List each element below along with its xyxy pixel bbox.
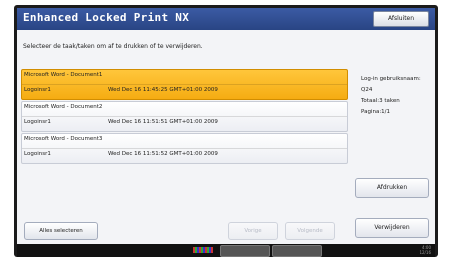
clock: 4:00 12/16: [413, 245, 431, 255]
instruction-text: Selecteer de taak/taken om af te drukken…: [23, 43, 203, 50]
row-divider: [22, 84, 347, 85]
next-page-button[interactable]: Volgende: [285, 222, 335, 240]
job-user: Logoinsr1: [24, 151, 51, 157]
job-datetime: Wed Dec 16 11:51:51 GMT+01:00 2009: [108, 119, 218, 125]
job-user: Logoinsr1: [24, 87, 51, 93]
taskbar-button[interactable]: [220, 245, 270, 257]
taskbar-button[interactable]: [272, 245, 322, 257]
page-indicator: Pagina:1/1: [361, 109, 391, 115]
printer-panel-screen: Enhanced Locked Print NX Afsluiten Selec…: [17, 8, 435, 244]
previous-page-button[interactable]: Vorige: [228, 222, 278, 240]
job-datetime: Wed Dec 16 11:45:25 GMT+01:00 2009: [108, 87, 218, 93]
total-jobs: Totaal:3 taken: [361, 98, 400, 104]
job-document-name: Microsoft Word - Document2: [24, 104, 103, 110]
select-all-button[interactable]: Alles selecteren: [24, 222, 98, 240]
title-bar: Enhanced Locked Print NX Afsluiten: [17, 8, 435, 30]
job-document-name: Microsoft Word - Document1: [24, 72, 103, 78]
row-divider: [22, 116, 347, 117]
job-row[interactable]: Microsoft Word - Document3 Logoinsr1 Wed…: [21, 133, 348, 164]
status-icon: [193, 247, 213, 253]
print-button[interactable]: Afdrukken: [355, 178, 429, 198]
row-divider: [22, 148, 347, 149]
job-list: Microsoft Word - Document1 Logoinsr1 Wed…: [21, 69, 348, 165]
clock-date: 12/16: [419, 250, 431, 255]
login-user-value: Q24: [361, 87, 373, 93]
app-title: Enhanced Locked Print NX: [23, 11, 190, 24]
job-user: Logoinsr1: [24, 119, 51, 125]
delete-button[interactable]: Verwijderen: [355, 218, 429, 238]
login-user-label: Log-in gebruiksnaam:: [361, 76, 421, 82]
job-row[interactable]: Microsoft Word - Document2 Logoinsr1 Wed…: [21, 101, 348, 132]
taskbar: 4:00 12/16: [17, 244, 435, 257]
job-datetime: Wed Dec 16 11:51:52 GMT+01:00 2009: [108, 151, 218, 157]
job-row[interactable]: Microsoft Word - Document1 Logoinsr1 Wed…: [21, 69, 348, 100]
job-info-panel: Log-in gebruiksnaam: Q24 Totaal:3 taken …: [361, 74, 421, 118]
exit-button[interactable]: Afsluiten: [373, 11, 429, 27]
job-document-name: Microsoft Word - Document3: [24, 136, 103, 142]
